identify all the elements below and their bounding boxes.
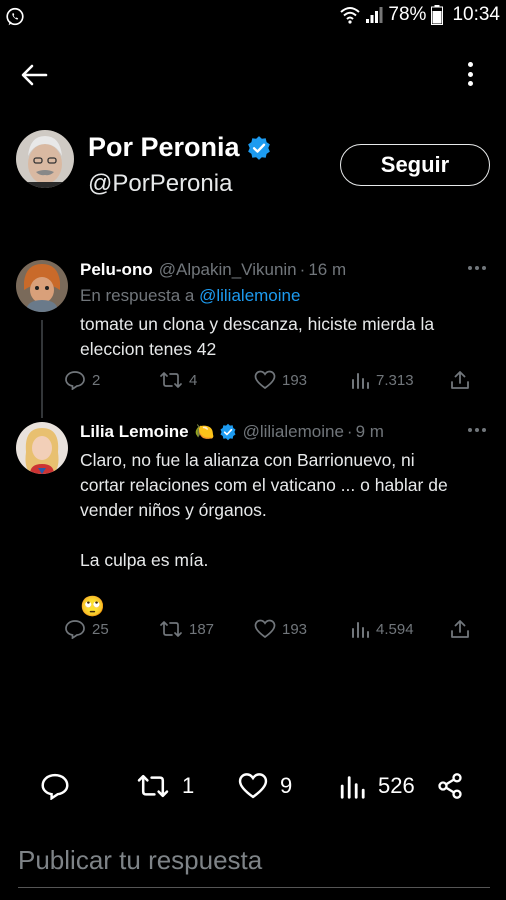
views-count: 7.313 xyxy=(376,371,414,389)
separator-dot: · xyxy=(299,260,306,279)
heart-icon xyxy=(254,619,276,639)
views-icon xyxy=(352,622,369,638)
retweet-count: 4 xyxy=(189,371,198,389)
reply-button[interactable]: 2 xyxy=(64,370,100,390)
reply-composer xyxy=(18,838,490,888)
tweet-more-icon[interactable] xyxy=(468,266,486,270)
views-count: 526 xyxy=(378,773,415,798)
signal-icon xyxy=(366,7,383,23)
more-options-icon[interactable] xyxy=(458,58,482,90)
tweet-author-handle[interactable]: @lilialemoine xyxy=(243,422,344,442)
reply-input[interactable] xyxy=(18,838,490,882)
reply-tweet[interactable]: Lilia Lemoine 🍋 @lilialemoine · 9 m Clar… xyxy=(16,422,492,622)
views-button[interactable]: 4.594 xyxy=(350,619,414,639)
reply-to-link[interactable]: @lilialemoine xyxy=(199,286,300,305)
retweet-icon xyxy=(160,372,182,388)
views-button[interactable]: 7.313 xyxy=(350,370,414,390)
verified-badge-icon xyxy=(220,423,236,441)
battery-icon xyxy=(431,5,444,25)
share-button[interactable] xyxy=(436,772,464,800)
top-nav xyxy=(0,52,506,96)
tweet-actions: 25 187 193 4.594 xyxy=(64,617,474,641)
retweet-button[interactable]: 187 xyxy=(159,619,214,639)
status-bar: 78% 10:34 xyxy=(0,0,506,36)
wifi-icon xyxy=(340,7,361,24)
retweet-button[interactable]: 1 xyxy=(136,772,194,800)
views-count: 4.594 xyxy=(376,620,414,638)
author-name: Por Peronia xyxy=(88,132,272,163)
whatsapp-icon xyxy=(6,7,24,26)
views-icon xyxy=(352,373,369,389)
reply-icon xyxy=(41,773,69,800)
heart-icon xyxy=(238,773,268,799)
like-count: 9 xyxy=(280,773,293,798)
share-button[interactable] xyxy=(450,619,470,639)
like-button[interactable]: 193 xyxy=(254,619,307,639)
views-icon xyxy=(340,776,365,799)
reply-icon xyxy=(65,371,85,390)
tweet-text: tomate un clona y descanza, hiciste mier… xyxy=(80,314,435,359)
tweet-timestamp[interactable]: 9 m xyxy=(356,422,384,442)
tweet-more-icon[interactable] xyxy=(468,428,486,432)
reply-context-prefix: En respuesta a xyxy=(80,286,195,305)
avatar[interactable] xyxy=(16,422,68,474)
like-count: 193 xyxy=(282,371,308,389)
like-button[interactable]: 9 xyxy=(238,772,292,800)
reply-button[interactable] xyxy=(40,772,70,800)
share-icon xyxy=(438,773,462,799)
back-button[interactable] xyxy=(18,60,50,90)
reply-count: 2 xyxy=(92,371,101,389)
like-count: 193 xyxy=(282,620,308,638)
heart-icon xyxy=(254,370,276,390)
tweet-text: Claro, no fue la alianza con Barrionuevo… xyxy=(80,450,448,570)
share-icon xyxy=(451,620,469,638)
retweet-count: 1 xyxy=(182,773,195,798)
views-button[interactable]: 526 xyxy=(338,772,415,800)
retweet-button[interactable]: 4 xyxy=(159,370,197,390)
tweet-author-name[interactable]: Pelu-ono xyxy=(80,260,153,280)
lemon-emoji: 🍋 xyxy=(194,424,215,441)
author-handle: @PorPeronia xyxy=(88,170,233,197)
retweet-icon xyxy=(160,621,182,637)
tweet-author-name[interactable]: Lilia Lemoine xyxy=(80,422,189,442)
author-name-text: Por Peronia xyxy=(88,132,240,162)
main-tweet-actions: 1 9 526 xyxy=(0,766,506,810)
like-button[interactable]: 193 xyxy=(254,370,307,390)
tweet-author-handle[interactable]: @Alpakin_Vikunin xyxy=(159,260,297,280)
reply-count: 25 xyxy=(92,620,109,638)
follow-button[interactable]: Seguir xyxy=(340,144,490,186)
separator-dot: · xyxy=(346,422,353,441)
avatar[interactable] xyxy=(16,130,74,188)
clock: 10:34 xyxy=(452,4,500,25)
avatar[interactable] xyxy=(16,260,68,312)
battery-percent: 78% xyxy=(388,4,427,25)
reply-icon xyxy=(65,620,85,639)
tweet-author: Por Peronia @PorPeronia Seguir xyxy=(16,128,490,198)
verified-badge-icon xyxy=(247,135,270,160)
share-button[interactable] xyxy=(450,370,470,390)
reply-button[interactable]: 25 xyxy=(64,619,109,639)
arrow-left-icon xyxy=(21,64,48,86)
thread-connector xyxy=(41,320,43,418)
share-icon xyxy=(451,371,469,389)
retweet-count: 187 xyxy=(189,620,215,638)
retweet-icon xyxy=(137,774,169,798)
tweet-timestamp[interactable]: 16 m xyxy=(308,260,346,280)
tweet-actions: 2 4 193 7.313 xyxy=(64,368,474,392)
reply-context: En respuesta a @lilialemoine xyxy=(80,286,490,306)
